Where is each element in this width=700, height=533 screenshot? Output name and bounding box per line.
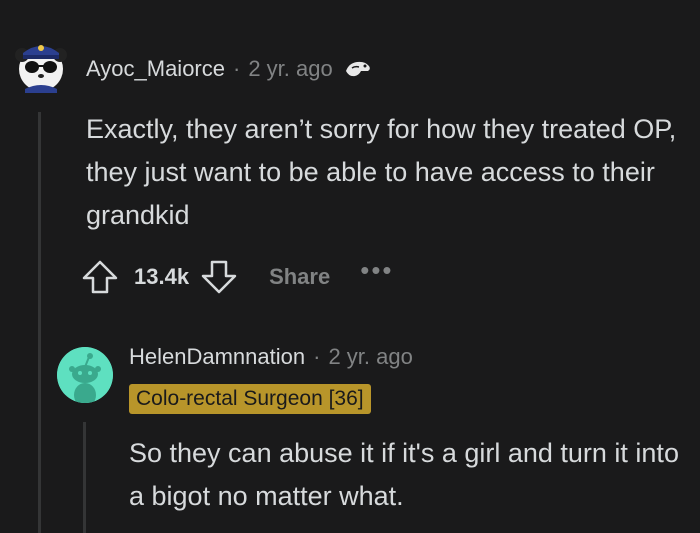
comment-timestamp[interactable]: 2 yr. ago bbox=[328, 342, 412, 372]
share-button[interactable]: Share bbox=[269, 264, 330, 290]
comment-body: Exactly, they aren’t sorry for how they … bbox=[86, 114, 677, 230]
panda-sailor-avatar-icon[interactable] bbox=[13, 37, 69, 93]
vote-score: 13.4k bbox=[134, 264, 190, 289]
more-options-button[interactable]: ••• bbox=[360, 255, 393, 286]
comment-author[interactable]: Ayoc_Maiorce bbox=[86, 54, 225, 84]
user-flair-badge: Colo-rectal Surgeon [36] bbox=[129, 384, 371, 414]
comment-timestamp[interactable]: 2 yr. ago bbox=[248, 54, 332, 84]
downvote-arrow-icon[interactable] bbox=[199, 257, 239, 297]
meta-separator: · bbox=[313, 344, 321, 369]
comment-author[interactable]: HelenDamnnation bbox=[129, 342, 305, 372]
upvote-arrow-icon[interactable] bbox=[80, 257, 120, 297]
award-hand-icon[interactable] bbox=[343, 57, 373, 81]
meta-separator: · bbox=[233, 56, 241, 81]
thread-line[interactable] bbox=[38, 112, 41, 533]
reply-thread-line[interactable] bbox=[83, 422, 86, 533]
comment-body: So they can abuse it if it's a girl and … bbox=[129, 438, 679, 511]
comment-meta: HelenDamnnation · 2 yr. ago bbox=[129, 342, 413, 372]
comment-thread: Ayoc_Maiorce · 2 yr. ago Exactly, they a… bbox=[0, 0, 700, 533]
comment-meta: Ayoc_Maiorce · 2 yr. ago bbox=[86, 54, 373, 84]
snoo-avatar-icon[interactable] bbox=[57, 347, 113, 403]
comment-actions: 13.4k Share ••• bbox=[80, 255, 394, 297]
